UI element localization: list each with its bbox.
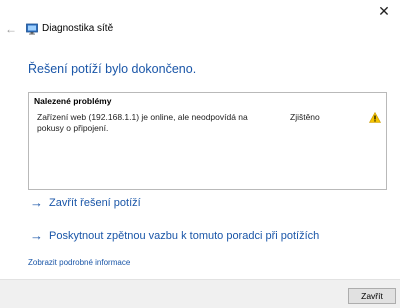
show-details-link[interactable]: Zobrazit podrobné informace [28, 258, 130, 267]
feedback-label: Poskytnout zpětnou vazbu k tomuto poradc… [49, 230, 320, 242]
window-title: Diagnostika sítě [42, 23, 114, 34]
page-heading: Řešení potíží bylo dokončeno. [28, 62, 197, 76]
close-button[interactable]: Zavřít [348, 288, 396, 304]
problem-status: Zjištěno [290, 112, 320, 122]
feedback-link[interactable]: → Poskytnout zpětnou vazbu k tomuto pora… [30, 229, 319, 243]
close-troubleshooting-link[interactable]: → Zavřít řešení potíží [30, 196, 141, 210]
close-window-icon[interactable]: ✕ [372, 0, 396, 24]
close-troubleshooting-label: Zavřít řešení potíží [49, 197, 141, 209]
network-diagnostics-icon [26, 23, 38, 35]
title-bar: ✕ ← Diagnostika sítě [0, 0, 400, 36]
problems-header: Nalezené problémy [34, 96, 112, 106]
footer-bar: Zavřít [0, 279, 400, 308]
arrow-right-icon: → [30, 228, 43, 243]
problem-description: Zařízení web (192.168.1.1) je online, al… [37, 112, 248, 133]
warning-icon [369, 112, 381, 123]
back-arrow-icon[interactable]: ← [4, 22, 18, 36]
problems-panel: Nalezené problémy Zařízení web (192.168.… [28, 92, 387, 190]
arrow-right-icon: → [30, 195, 43, 210]
